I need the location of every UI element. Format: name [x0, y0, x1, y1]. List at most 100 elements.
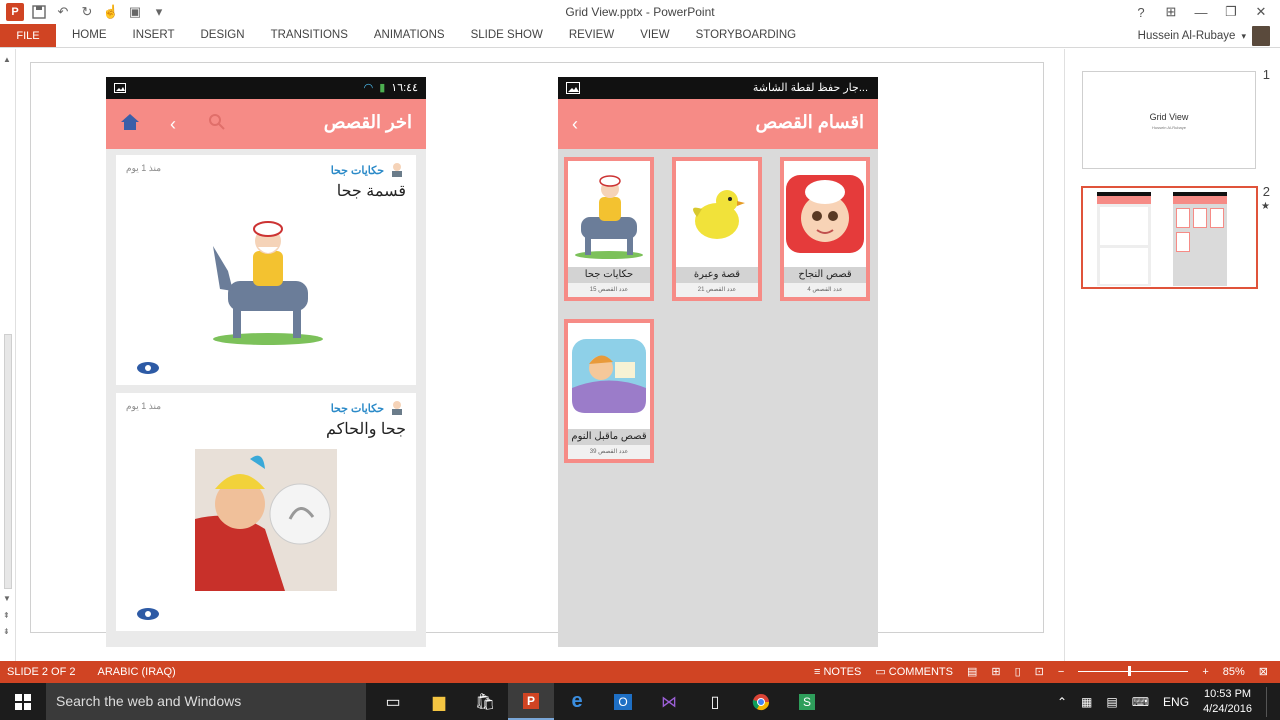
avatar	[1252, 26, 1270, 46]
slide-thumbnail-pane: 1 Grid View Hussein Al-Rubaye 2 ★	[1064, 49, 1280, 661]
tab-slide-show[interactable]: SLIDE SHOW	[471, 29, 543, 41]
tab-transitions[interactable]: TRANSITIONS	[271, 29, 348, 41]
story-categories-screenshot[interactable]: جار حفظ لقطة الشاشة... ‹ اقسام القصص قصص…	[558, 77, 878, 647]
help-icon[interactable]: ?	[1128, 2, 1154, 22]
thumbnail-subtitle: Hussein Al-Rubaye	[1151, 125, 1187, 130]
fit-slide-icon[interactable]: ⊠	[1259, 665, 1268, 678]
scroll-down-icon[interactable]: ▼	[3, 594, 11, 603]
back-chevron-icon[interactable]: ‹	[572, 114, 578, 135]
store-icon[interactable]: 🛍	[462, 683, 508, 720]
category-count: عدد القصص 39	[568, 445, 650, 459]
tab-design[interactable]: DESIGN	[200, 29, 244, 41]
latest-stories-screenshot[interactable]: ◠ ▮ ١٦:٤٤ ‹ اخر القصص حكايات جحا منذ 1 ي…	[106, 77, 426, 647]
category-image	[568, 323, 650, 429]
story-card[interactable]: حكايات جحا منذ 1 يوم قسمة جحا	[116, 155, 416, 385]
slide-thumbnail-1[interactable]: Grid View Hussein Al-Rubaye	[1082, 71, 1256, 169]
bedtime-story-image	[572, 339, 646, 413]
story-card[interactable]: حكايات جحا منذ 1 يوم جحا والحاكم	[116, 393, 416, 631]
category-image	[568, 161, 650, 267]
file-explorer-icon[interactable]: ▆	[416, 683, 462, 720]
story-time: منذ 1 يوم	[126, 401, 162, 411]
next-slide-icon[interactable]: ⇟	[3, 627, 10, 636]
comments-button[interactable]: ▭ COMMENTS	[875, 665, 953, 678]
tab-view[interactable]: VIEW	[640, 29, 669, 41]
taskbar-clock[interactable]: 10:53 PM 4/24/2016	[1203, 687, 1252, 717]
category-tile-lesson[interactable]: قصة وعبرة عدد القصص 21	[672, 157, 762, 301]
slide-number: 2	[1262, 184, 1270, 199]
user-account[interactable]: Hussein Al-Rubaye ▾	[1138, 26, 1270, 46]
slideshow-view-icon[interactable]: ⊡	[1035, 665, 1044, 678]
tab-animations[interactable]: ANIMATIONS	[374, 29, 445, 41]
keyboard-icon[interactable]: ⌨	[1132, 695, 1149, 709]
input-language[interactable]: ENG	[1163, 695, 1189, 709]
story-category[interactable]: حكايات جحا	[331, 161, 406, 179]
show-hidden-icons-icon[interactable]: ⌃	[1057, 695, 1067, 709]
file-tab[interactable]: FILE	[0, 24, 56, 47]
windows-logo-icon	[15, 693, 31, 710]
juha-on-donkey-illustration	[213, 221, 323, 345]
minimize-button[interactable]: —	[1188, 2, 1214, 22]
slide-thumbnail-2[interactable]	[1081, 186, 1258, 289]
tab-insert[interactable]: INSERT	[133, 29, 175, 41]
show-desktop-button[interactable]	[1266, 686, 1270, 717]
slide-sorter-icon[interactable]: ⊞	[991, 665, 1000, 678]
window-controls: ? ⊞ — ❐ ✕	[1128, 2, 1274, 22]
ribbon-tabs: FILE HOME INSERT DESIGN TRANSITIONS ANIM…	[0, 24, 1280, 48]
scroll-up-icon[interactable]: ▲	[3, 55, 11, 64]
juha-category-icon	[392, 163, 402, 177]
chrome-icon[interactable]	[738, 683, 784, 720]
phone-status-bar: ◠ ▮ ١٦:٤٤	[106, 77, 426, 99]
reading-view-icon[interactable]: ▯	[1015, 665, 1021, 678]
slide-indicator: SLIDE 2 OF 2	[7, 666, 76, 678]
tab-storyboarding[interactable]: STORYBOARDING	[696, 29, 797, 41]
home-icon[interactable]	[120, 113, 140, 136]
category-label: قصص ماقبل النوم	[568, 429, 650, 445]
normal-view-icon[interactable]: ▤	[967, 665, 977, 678]
baby-chef-image	[786, 175, 864, 253]
taskbar-search-box[interactable]: Search the web and Windows	[46, 683, 366, 720]
tab-home[interactable]: HOME	[72, 29, 107, 41]
zoom-slider[interactable]	[1078, 666, 1189, 676]
network-icon[interactable]: ▦	[1081, 695, 1092, 709]
category-label: حكايات جحا	[568, 267, 650, 283]
story-title: جحا والحاكم	[325, 421, 406, 438]
category-tile-success[interactable]: قصص النجاح عدد القصص 4	[780, 157, 870, 301]
system-tray: ⌃ ▦ ▤ ⌨ ENG 10:53 PM 4/24/2016	[1057, 683, 1270, 720]
edge-icon[interactable]: e	[554, 683, 600, 720]
tab-review[interactable]: REVIEW	[569, 29, 614, 41]
outlook-icon[interactable]: O	[600, 683, 646, 720]
user-name: Hussein Al-Rubaye	[1137, 30, 1236, 42]
category-count: عدد القصص 21	[676, 283, 758, 297]
visual-studio-icon[interactable]: ⋈	[646, 683, 692, 720]
windows-taskbar: Search the web and Windows ▭ ▆ 🛍 P e O ⋈…	[0, 683, 1280, 720]
close-button[interactable]: ✕	[1248, 2, 1274, 22]
powerpoint-taskbar-icon[interactable]: P	[508, 683, 554, 720]
story-category[interactable]: حكايات جحا	[331, 399, 406, 417]
language-indicator[interactable]: ARABIC (IRAQ)	[97, 666, 175, 678]
phone-status-bar: جار حفظ لقطة الشاشة...	[558, 77, 878, 99]
zoom-in-icon[interactable]: +	[1202, 666, 1208, 678]
back-chevron-icon[interactable]: ‹	[170, 114, 176, 135]
restore-button[interactable]: ❐	[1218, 2, 1244, 22]
zoom-out-icon[interactable]: −	[1058, 666, 1064, 678]
vertical-scrollbar[interactable]: ▲ ▼ ⇞ ⇟	[0, 49, 16, 661]
task-view-icon[interactable]: ▭	[370, 683, 416, 720]
phone-emulator-icon[interactable]: ▯	[692, 683, 738, 720]
slide-canvas[interactable]: ◠ ▮ ١٦:٤٤ ‹ اخر القصص حكايات جحا منذ 1 ي…	[30, 62, 1044, 647]
notes-button[interactable]: ≡ NOTES	[814, 666, 861, 678]
ribbon-display-icon[interactable]: ⊞	[1158, 2, 1184, 22]
scrollbar-thumb[interactable]	[4, 334, 12, 589]
status-left: SLIDE 2 OF 2 ARABIC (IRAQ)	[7, 666, 176, 678]
category-label: قصة وعبرة	[676, 267, 758, 283]
action-center-icon[interactable]: ▤	[1106, 695, 1117, 709]
zoom-percent[interactable]: 85%	[1223, 666, 1245, 678]
category-tile-bedtime[interactable]: قصص ماقبل النوم عدد القصص 39	[564, 319, 654, 463]
thumbnail-title: Grid View	[1149, 112, 1189, 122]
category-count: عدد القصص 15	[568, 283, 650, 297]
category-tile-juha[interactable]: حكايات جحا عدد القصص 15	[564, 157, 654, 301]
previous-slide-icon[interactable]: ⇞	[3, 611, 10, 620]
start-button[interactable]	[0, 683, 46, 720]
search-icon[interactable]	[208, 113, 226, 136]
clock-time: 10:53 PM	[1203, 687, 1252, 700]
camtasia-icon[interactable]: S	[784, 683, 830, 720]
